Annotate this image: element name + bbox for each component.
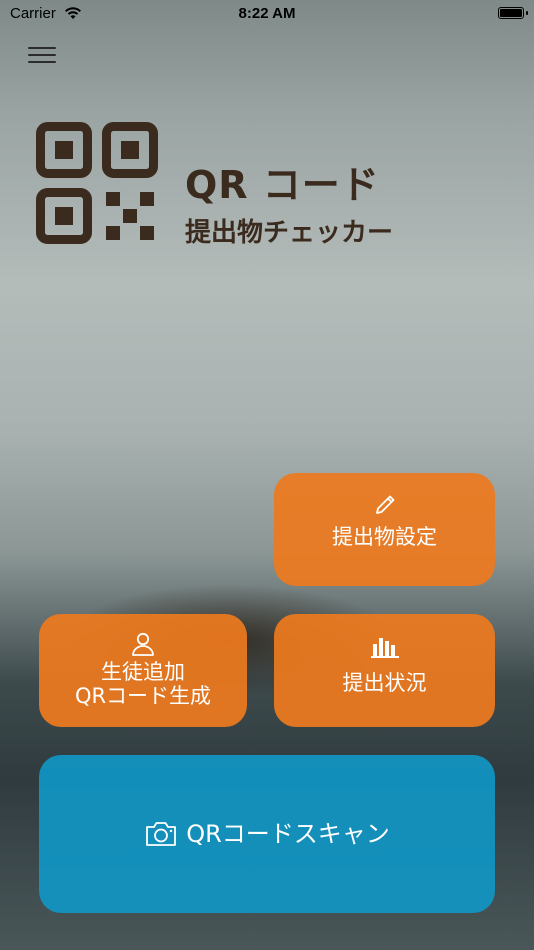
submission-settings-button[interactable]: 提出物設定 [274,473,495,586]
qr-logo-icon [36,122,158,244]
bar-chart-icon [370,638,399,658]
add-student-label-line2: QRコード生成 [74,684,212,708]
status-bar: Carrier 8:22 AM [0,0,534,30]
pencil-icon [375,495,394,514]
qr-scan-button[interactable]: QRコードスキャン [39,755,495,913]
submission-status-button[interactable]: 提出状況 [274,614,495,727]
person-icon [132,632,154,656]
add-student-button[interactable]: 生徒追加 QRコード生成 [39,614,247,727]
camera-icon [146,822,177,846]
battery-icon [498,7,528,19]
app-title-line2: 提出物チェッカー [185,218,394,248]
add-student-label-line1: 生徒追加 [101,660,185,684]
submission-status-label: 提出状況 [342,671,427,695]
clock-time: 8:22 AM [238,5,296,22]
app-title-line1: QR コード [185,163,380,207]
app-screen: Carrier 8:22 AM QR コード 提出物チェッカー 提出物設定 生徒… [0,0,534,950]
submission-settings-label: 提出物設定 [332,525,437,549]
qr-scan-label: QRコードスキャン [186,820,390,848]
battery-level [500,9,522,17]
qr-scan-content: QRコードスキャン [39,755,495,913]
menu-icon[interactable] [28,45,56,65]
